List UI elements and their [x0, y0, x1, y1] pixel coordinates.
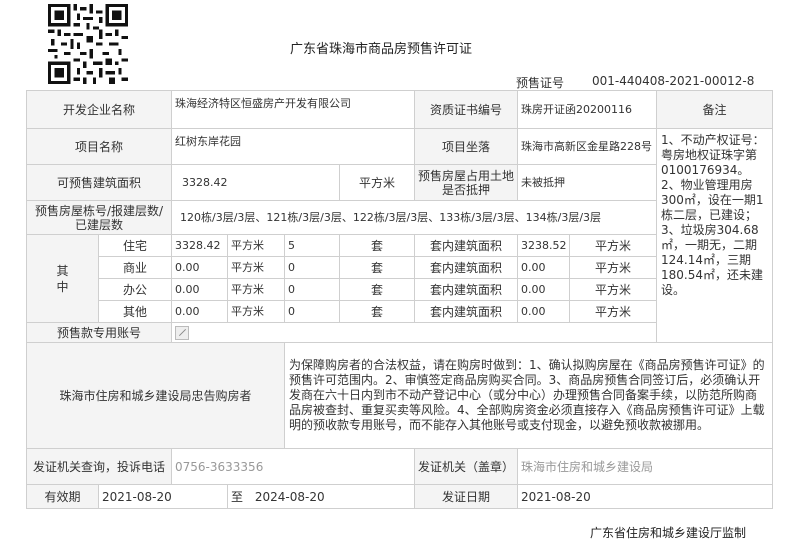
breakdown-type: 其他: [97, 300, 173, 323]
breakdown-area: 3328.42: [171, 234, 229, 257]
developer-value: 珠海经济特区恒盛房产开发有限公司: [171, 90, 416, 129]
breakdown-area: 0.00: [171, 300, 229, 323]
breakdown-count: 0: [284, 278, 341, 301]
notice-text: 为保障购房者的合法权益，请在购房时做到：1、确认拟购房屋在《商品房预售许可证》的…: [284, 342, 774, 449]
notice-label: 珠海市住房和城乡建设局忠告购房者: [25, 342, 286, 449]
cert-no-label: 预售证号: [516, 76, 565, 90]
breakdown-count: 0: [284, 256, 341, 279]
area-label: 可预售建筑面积: [25, 164, 173, 201]
breakdown-count: 0: [284, 300, 341, 323]
issue-date: 2021-08-20: [517, 484, 774, 509]
breakdown-inner-label: 套内建筑面积: [414, 234, 519, 257]
remark-text: 1、不动产权证号：粤房地权证珠字第0100176934。2、物业管理用房300㎡…: [656, 128, 774, 343]
authority-value: 珠海市住房和城乡建设局: [517, 448, 774, 485]
breakdown-inner-unit: 平方米: [569, 256, 658, 279]
phone-label: 发证机关查询，投诉电话: [25, 448, 173, 485]
breakdown-type: 办公: [97, 278, 173, 301]
breakdown-area-unit: 平方米: [227, 278, 286, 301]
project-label: 项目名称: [25, 128, 173, 165]
buildings-label: 预售房屋栋号/报建层数/已建层数: [25, 200, 173, 235]
developer-label: 开发企业名称: [25, 90, 173, 129]
project-value: 红树东岸花园: [171, 128, 416, 165]
breakdown-type: 商业: [97, 256, 173, 279]
remark-label: 备注: [656, 90, 774, 129]
authority-label: 发证机关（盖章）: [414, 448, 519, 485]
breakdown-group-text: 其中: [56, 263, 69, 294]
breakdown-count-unit: 套: [339, 234, 416, 257]
breakdown-area: 0.00: [171, 278, 229, 301]
cert-no-value: 001-440408-2021-00012-8: [592, 74, 755, 88]
breakdown-count-unit: 套: [339, 256, 416, 279]
breakdown-count: 5: [284, 234, 341, 257]
license-table: 开发企业名称 珠海经济特区恒盛房产开发有限公司 资质证书编号 珠房开证函2020…: [25, 90, 774, 509]
breakdown-inner-label: 套内建筑面积: [414, 300, 519, 323]
location-label: 项目坐落: [414, 128, 519, 165]
validity-to-label: 至: [231, 489, 244, 504]
qr-code-icon: [48, 4, 128, 84]
validity-label: 有效期: [26, 484, 99, 509]
account-label: 预售款专用账号: [25, 322, 173, 343]
breakdown-inner: 0.00: [517, 256, 571, 279]
breakdown-area-unit: 平方米: [227, 256, 286, 279]
location-value: 珠海市高新区金星路228号: [517, 128, 658, 165]
land-label: 预售房屋占用土地是否抵押: [414, 164, 519, 201]
validity-from: 2021-08-20: [97, 484, 229, 509]
edit-icon[interactable]: [175, 325, 190, 340]
page-title: 广东省珠海市商品房预售许可证: [290, 42, 473, 57]
qual-value: 珠房开证函20200116: [517, 90, 658, 129]
breakdown-inner-label: 套内建筑面积: [414, 278, 519, 301]
breakdown-inner: 0.00: [517, 278, 571, 301]
qual-label: 资质证书编号: [414, 90, 519, 129]
breakdown-area-unit: 平方米: [227, 234, 286, 257]
breakdown-inner-unit: 平方米: [569, 234, 658, 257]
breakdown-inner-label: 套内建筑面积: [414, 256, 519, 279]
breakdown-inner: 3238.52: [517, 234, 571, 257]
breakdown-area-unit: 平方米: [227, 300, 286, 323]
breakdown-count-unit: 套: [339, 300, 416, 323]
breakdown-group-label: 其中: [26, 234, 99, 323]
area-value: 3328.42: [171, 164, 341, 201]
issue-date-label: 发证日期: [414, 484, 519, 509]
area-unit: 平方米: [339, 164, 416, 201]
land-value: 未被抵押: [517, 164, 658, 201]
phone-value: 0756-3633356: [171, 448, 416, 485]
breakdown-inner-unit: 平方米: [569, 278, 658, 301]
buildings-value: 120栋/3层/3层、121栋/3层/3层、122栋/3层/3层、133栋/3层…: [171, 200, 658, 235]
breakdown-inner: 0.00: [517, 300, 571, 323]
breakdown-area: 0.00: [171, 256, 229, 279]
validity-to-cell: 至 2024-08-20: [227, 484, 416, 509]
breakdown-count-unit: 套: [339, 278, 416, 301]
footer-text: 广东省住房和城乡建设厅监制: [590, 526, 747, 540]
breakdown-type: 住宅: [97, 234, 173, 257]
validity-to: 2024-08-20: [254, 489, 325, 504]
breakdown-inner-unit: 平方米: [569, 300, 658, 323]
